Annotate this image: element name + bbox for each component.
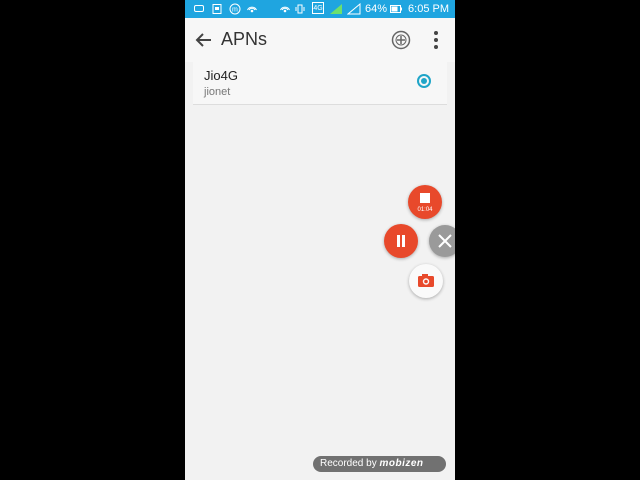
close-icon xyxy=(438,234,452,248)
chat-notification-icon xyxy=(194,5,204,12)
gallery-notification-icon xyxy=(212,4,222,14)
screenshot-button[interactable] xyxy=(409,264,443,298)
hotspot-icon-2 xyxy=(280,6,290,13)
battery-icon xyxy=(390,5,402,13)
stop-icon xyxy=(420,193,430,203)
pause-recording-button[interactable] xyxy=(384,224,418,258)
hotspot-icon xyxy=(247,6,257,13)
svg-text:m: m xyxy=(232,7,238,14)
more-vert-icon[interactable] xyxy=(433,30,439,50)
status-time: 6:05 PM xyxy=(408,3,449,15)
signal-icon-2 xyxy=(347,3,361,15)
close-recorder-button[interactable] xyxy=(429,225,455,257)
vibrate-icon xyxy=(295,4,305,14)
watermark-prefix: Recorded by xyxy=(320,458,377,469)
add-apn-icon[interactable] xyxy=(391,30,411,50)
pause-icon xyxy=(397,235,400,247)
recorder-watermark: Recorded by mobizen xyxy=(313,456,446,472)
status-bar: m 4G 64% 6:05 PM xyxy=(185,0,455,18)
app-bar: APNs xyxy=(185,18,455,62)
apn-list-item[interactable]: Jio4G jionet xyxy=(193,62,447,105)
page-title: APNs xyxy=(221,29,268,49)
apn-selected-radio[interactable] xyxy=(417,74,431,88)
mobizen-notification-icon: m xyxy=(229,3,241,15)
pause-icon-bar xyxy=(402,235,405,247)
back-arrow-icon[interactable] xyxy=(194,30,214,50)
apn-name: Jio4G xyxy=(204,68,238,83)
camera-icon xyxy=(418,274,434,287)
phone-screen: m 4G 64% 6:05 PM APNs Jio4G jionet 01:04… xyxy=(185,0,455,480)
recording-timer: 01:04 xyxy=(417,207,433,213)
stop-recording-button[interactable]: 01:04 xyxy=(408,185,442,219)
signal-icon xyxy=(330,4,342,14)
battery-percent: 64% xyxy=(365,3,388,15)
apn-value: jionet xyxy=(204,86,231,98)
network-type-badge: 4G xyxy=(312,2,324,14)
mobizen-logo: mobizen xyxy=(379,458,424,469)
